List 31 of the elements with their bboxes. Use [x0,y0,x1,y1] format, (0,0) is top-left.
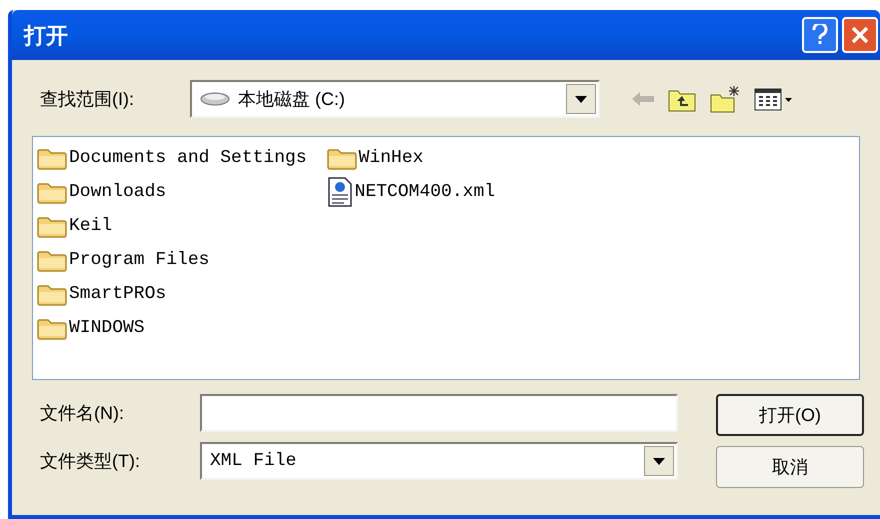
file-name[interactable]: Documents and Settings [69,144,307,172]
drive-icon [200,91,230,107]
file-name[interactable]: Downloads [69,178,166,206]
open-button[interactable]: 打开(O) [716,394,864,436]
caret-icon [575,96,587,102]
dropdown-button[interactable] [644,446,674,476]
dropdown-button[interactable] [566,84,596,114]
file-name[interactable]: Keil [69,212,112,240]
cancel-button[interactable]: 取消 [716,446,864,488]
help-button[interactable] [802,17,838,53]
window-title: 打开 [24,22,68,50]
file-type-dropdown[interactable]: XML File [200,442,678,480]
new-folder-icon[interactable] [710,85,740,113]
file-name-field[interactable] [200,394,678,432]
file-name[interactable]: NETCOM400.xml [354,178,496,206]
look-in-label: 查找范围(I): [40,88,135,111]
file-name[interactable]: Program Files [69,246,210,274]
caret-icon [653,458,665,464]
file-name-label: 文件名(N): [40,402,125,425]
look-in-value: 本地磁盘 (C:) [238,88,345,111]
look-in-dropdown[interactable]: 本地磁盘 (C:) [190,80,600,118]
close-icon [850,25,870,45]
file-name[interactable]: SmartPROs [69,280,166,308]
file-type-label: 文件类型(T): [40,450,141,473]
question-mark-icon [812,24,828,46]
file-type-value: XML File [210,450,296,472]
close-button[interactable] [842,17,878,53]
xml-file-icon [326,177,353,207]
view-menu-icon[interactable] [754,86,794,112]
file-name[interactable]: WINDOWS [69,314,145,342]
file-name[interactable]: WinHex [358,144,424,172]
